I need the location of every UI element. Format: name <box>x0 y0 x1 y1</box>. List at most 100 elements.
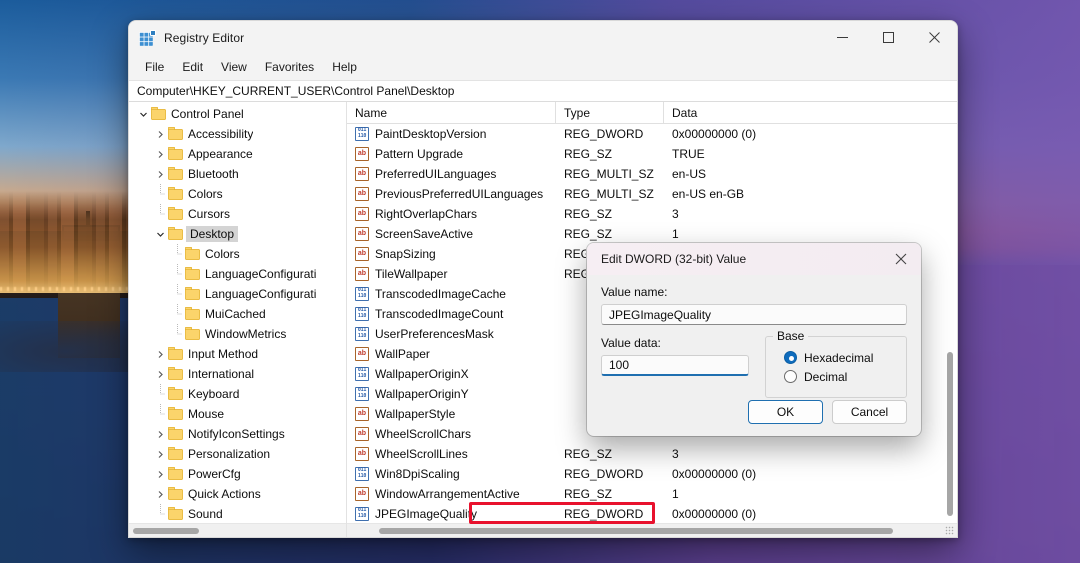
tree-node-international[interactable]: International <box>129 364 346 384</box>
folder-icon <box>185 327 200 340</box>
minimize-button[interactable] <box>819 21 865 54</box>
tree-node-notifyiconsettings[interactable]: NotifyIconSettings <box>129 424 346 444</box>
column-header-data[interactable]: Data <box>664 102 957 123</box>
table-row[interactable]: 011 110 PaintDesktopVersion REG_DWORD 0x0000… <box>347 124 942 144</box>
menu-edit[interactable]: Edit <box>173 57 212 77</box>
radio-decimal[interactable]: Decimal <box>776 367 896 386</box>
table-row[interactable]: ab Pattern Upgrade REG_SZ TRUE <box>347 144 942 164</box>
window-title: Registry Editor <box>164 30 245 45</box>
close-button[interactable] <box>911 21 957 54</box>
table-row[interactable]: ab PreviousPreferredUILanguages REG_MULTI_… <box>347 184 942 204</box>
value-data-input[interactable]: 100 <box>601 355 749 376</box>
registry-editor-window: Registry Editor File Edit View Favorites… <box>128 20 958 538</box>
value-name-input[interactable]: JPEGImageQuality <box>601 304 907 325</box>
list-hscroll-thumb[interactable] <box>379 528 893 534</box>
tree-node-sound[interactable]: Sound <box>129 504 346 523</box>
menu-favorites[interactable]: Favorites <box>256 57 323 77</box>
tree-node-personalization[interactable]: Personalization <box>129 444 346 464</box>
chevron-right-icon[interactable] <box>152 466 168 482</box>
chevron-right-icon[interactable] <box>152 446 168 462</box>
chevron-right-icon[interactable] <box>152 366 168 382</box>
table-row[interactable]: ab WheelScrollLines REG_SZ 3 <box>347 444 942 464</box>
list-vertical-scrollbar[interactable] <box>942 124 957 523</box>
value-name: WallpaperStyle <box>375 407 456 421</box>
tree-node-colors[interactable]: Colors <box>129 184 346 204</box>
folder-icon <box>168 387 183 400</box>
registry-editor-icon <box>139 29 156 46</box>
list-vscroll-thumb[interactable] <box>947 352 953 516</box>
address-bar[interactable]: Computer\HKEY_CURRENT_USER\Control Panel… <box>129 80 957 102</box>
tree-node-languageconfigurati[interactable]: LanguageConfigurati <box>129 284 346 304</box>
value-name: WallpaperOriginX <box>375 367 469 381</box>
chevron-right-icon[interactable] <box>152 486 168 502</box>
dialog-close-icon[interactable] <box>881 243 921 275</box>
dword-value-icon: 011 110 <box>355 307 369 321</box>
menu-file[interactable]: File <box>136 57 173 77</box>
menu-help[interactable]: Help <box>323 57 366 77</box>
radio-hexadecimal[interactable]: Hexadecimal <box>776 348 896 367</box>
cell-data: 3 <box>672 447 679 461</box>
tree-node-windowmetrics[interactable]: WindowMetrics <box>129 324 346 344</box>
cell-name: 011 110 JPEGImageQuality <box>347 507 556 521</box>
chevron-down-icon[interactable] <box>152 226 168 242</box>
dword-value-icon: 011 110 <box>355 387 369 401</box>
value-name: WindowArrangementActive <box>375 487 520 501</box>
folder-icon <box>168 367 183 380</box>
tree-node-languageconfigurati[interactable]: LanguageConfigurati <box>129 264 346 284</box>
folder-icon <box>168 147 183 160</box>
chevron-right-icon[interactable] <box>152 426 168 442</box>
tree-node-mouse[interactable]: Mouse <box>129 404 346 424</box>
tree-node-keyboard[interactable]: Keyboard <box>129 384 346 404</box>
ok-button[interactable]: OK <box>748 400 823 424</box>
tree-node-bluetooth[interactable]: Bluetooth <box>129 164 346 184</box>
cell-type: REG_SZ <box>564 147 613 161</box>
cell-name: ab WheelScrollLines <box>347 447 556 461</box>
list-horizontal-scrollbar[interactable] <box>347 523 957 537</box>
tree-node-quick-actions[interactable]: Quick Actions <box>129 484 346 504</box>
table-row[interactable]: ab RightOverlapChars REG_SZ 3 <box>347 204 942 224</box>
tree-node-desktop[interactable]: Desktop <box>129 224 346 244</box>
tree-node-muicached[interactable]: MuiCached <box>129 304 346 324</box>
column-header-name[interactable]: Name <box>347 102 556 123</box>
table-row[interactable]: ab WindowArrangementActive REG_SZ 1 <box>347 484 942 504</box>
column-header-type[interactable]: Type <box>556 102 664 123</box>
table-row[interactable]: 011 110 Win8DpiScaling REG_DWORD 0x00000000 … <box>347 464 942 484</box>
chevron-right-icon[interactable] <box>152 126 168 142</box>
table-row[interactable]: 011 110 JPEGImageQuality REG_DWORD 0x0000000… <box>347 504 942 523</box>
base-group: Base Hexadecimal Decimal <box>765 329 907 398</box>
table-row[interactable]: ab ScreenSaveActive REG_SZ 1 <box>347 224 942 244</box>
chevron-down-icon[interactable] <box>135 106 151 122</box>
table-row[interactable]: ab PreferredUILanguages REG_MULTI_SZ en-US <box>347 164 942 184</box>
cell-type: REG_SZ <box>564 487 613 501</box>
tree-node-accessibility[interactable]: Accessibility <box>129 124 346 144</box>
tree-node-powercfg[interactable]: PowerCfg <box>129 464 346 484</box>
chevron-right-icon[interactable] <box>152 346 168 362</box>
tree-node-appearance[interactable]: Appearance <box>129 144 346 164</box>
tree-node-colors[interactable]: Colors <box>129 244 346 264</box>
resize-grip[interactable] <box>945 526 954 535</box>
radio-hexadecimal-icon[interactable] <box>784 351 797 364</box>
folder-icon <box>185 267 200 280</box>
value-name: PaintDesktopVersion <box>375 127 487 141</box>
tree-list[interactable]: Control Panel Accessibility Appearance Blue… <box>129 102 346 523</box>
tree-node-cursors[interactable]: Cursors <box>129 204 346 224</box>
cell-name: ab SnapSizing <box>347 247 556 261</box>
maximize-button[interactable] <box>865 21 911 54</box>
folder-icon <box>168 127 183 140</box>
cell-name: ab WheelScrollChars <box>347 427 556 441</box>
chevron-right-icon[interactable] <box>152 166 168 182</box>
menu-view[interactable]: View <box>212 57 256 77</box>
cancel-button[interactable]: Cancel <box>832 400 907 424</box>
value-name: SnapSizing <box>375 247 436 261</box>
chevron-right-icon[interactable] <box>152 146 168 162</box>
tree-node-label: Colors <box>205 247 240 261</box>
tree-node-control-panel[interactable]: Control Panel <box>129 104 346 124</box>
radio-decimal-icon[interactable] <box>784 370 797 383</box>
folder-icon <box>168 427 183 440</box>
tree-node-input-method[interactable]: Input Method <box>129 344 346 364</box>
string-value-icon: ab <box>355 167 369 181</box>
tree-hscroll-thumb[interactable] <box>133 528 199 534</box>
tree-node-label: Cursors <box>188 207 231 221</box>
tree-horizontal-scrollbar[interactable] <box>129 523 346 537</box>
string-value-icon: ab <box>355 227 369 241</box>
